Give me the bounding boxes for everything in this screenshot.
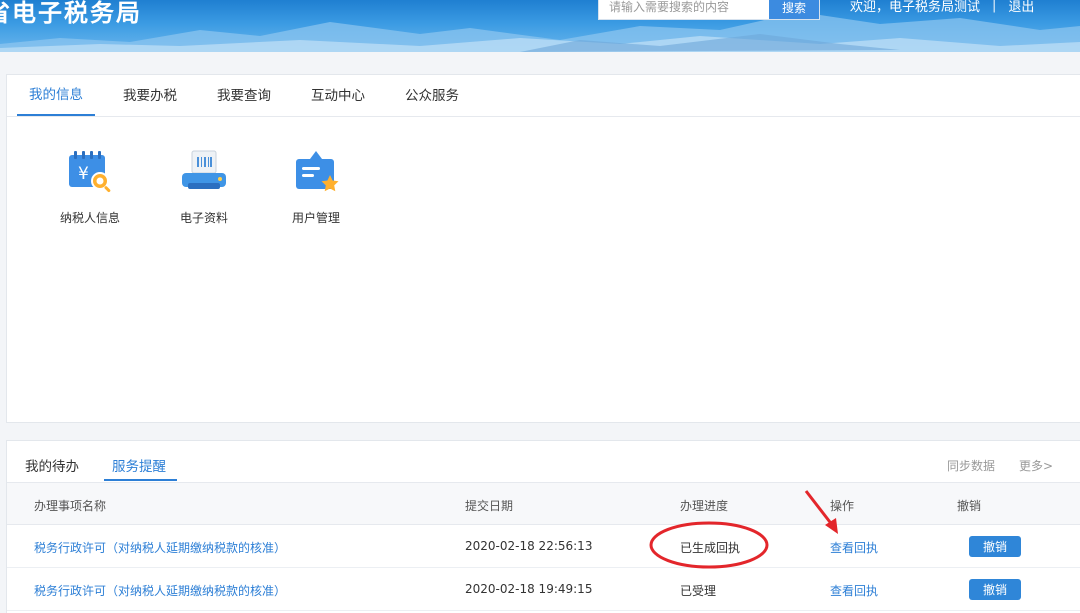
- col-item-name: 办理事项名称: [34, 499, 107, 513]
- table-row: 税务行政许可（对纳税人延期缴纳税款的核准） 2020-02-18 22:56:1…: [7, 525, 1080, 568]
- submit-date: 2020-02-18 19:49:15: [465, 582, 593, 596]
- revoke-button[interactable]: 撤销: [969, 536, 1021, 557]
- tab-tax-handling[interactable]: 我要办税: [111, 84, 189, 116]
- tab-public-service[interactable]: 公众服务: [393, 84, 471, 116]
- svg-text:¥: ¥: [78, 164, 89, 184]
- app-label: 电子资料: [179, 211, 228, 225]
- separator: |: [992, 0, 997, 13]
- tab-my-todo[interactable]: 我的待办: [25, 455, 79, 475]
- scanner-icon: [180, 149, 228, 197]
- submit-date: 2020-02-18 22:56:13: [465, 539, 593, 553]
- logout-link[interactable]: 退出: [1008, 0, 1034, 15]
- col-submit-date: 提交日期: [465, 499, 514, 513]
- site-title: 省电子税务局: [0, 0, 142, 27]
- progress-status: 已受理: [680, 584, 717, 598]
- app-user-management[interactable]: 用户管理: [271, 149, 361, 226]
- col-progress: 办理进度: [680, 499, 729, 513]
- tab-my-info[interactable]: 我的信息: [17, 83, 95, 116]
- col-revoke: 撤销: [957, 499, 982, 513]
- more-link[interactable]: 更多>: [1019, 457, 1053, 474]
- table-row: 税务行政许可（对纳税人延期缴纳税款的核准） 2020-02-18 19:49:1…: [7, 568, 1080, 611]
- app-electronic-data[interactable]: 电子资料: [159, 149, 249, 226]
- search-input[interactable]: [599, 0, 769, 19]
- item-name-link[interactable]: 税务行政许可（对纳税人延期缴纳税款的核准）: [34, 539, 286, 556]
- revoke-button[interactable]: 撤销: [969, 579, 1021, 600]
- search-button[interactable]: 搜索: [769, 0, 819, 19]
- app-label: 用户管理: [291, 211, 340, 225]
- progress-status: 已生成回执: [680, 541, 741, 555]
- app-grid: ¥ 纳税人信息 电子资料 用户管理: [7, 117, 1080, 417]
- tab-query[interactable]: 我要查询: [205, 84, 283, 116]
- user-area: 欢迎，电子税务局测试 | 退出: [850, 0, 1034, 15]
- item-name-link[interactable]: 税务行政许可（对纳税人延期缴纳税款的核准）: [34, 582, 286, 599]
- table-header: 办理事项名称 提交日期 办理进度 操作 撤销: [7, 483, 1080, 525]
- notice-tabs: 我的待办 服务提醒 同步数据 更多>: [7, 441, 1080, 483]
- main-tabs: 我的信息 我要办税 我要查询 互动中心 公众服务: [7, 75, 1080, 117]
- main-panel: 我的信息 我要办税 我要查询 互动中心 公众服务 ¥ 纳税人信息 电子资料 用户…: [6, 74, 1080, 423]
- search-box: 搜索: [598, 0, 820, 20]
- welcome-text: 欢迎，电子税务局测试: [850, 0, 981, 15]
- sync-data-link[interactable]: 同步数据: [947, 457, 995, 474]
- app-taxpayer-info[interactable]: ¥ 纳税人信息: [45, 149, 135, 226]
- col-action: 操作: [830, 499, 855, 513]
- top-banner: 省电子税务局 搜索 欢迎，电子税务局测试 | 退出: [0, 0, 1080, 52]
- app-label: 纳税人信息: [59, 211, 120, 225]
- active-tab-underline: [104, 479, 177, 481]
- tab-service-reminder[interactable]: 服务提醒: [112, 455, 166, 475]
- taxpayer-info-icon: ¥: [66, 149, 114, 197]
- notice-panel: 我的待办 服务提醒 同步数据 更多> 办理事项名称 提交日期 办理进度 操作 撤…: [6, 440, 1080, 613]
- view-receipt-link[interactable]: 查看回执: [830, 582, 878, 599]
- view-receipt-link[interactable]: 查看回执: [830, 539, 878, 556]
- tab-interaction[interactable]: 互动中心: [299, 84, 377, 116]
- user-management-icon: [292, 149, 340, 197]
